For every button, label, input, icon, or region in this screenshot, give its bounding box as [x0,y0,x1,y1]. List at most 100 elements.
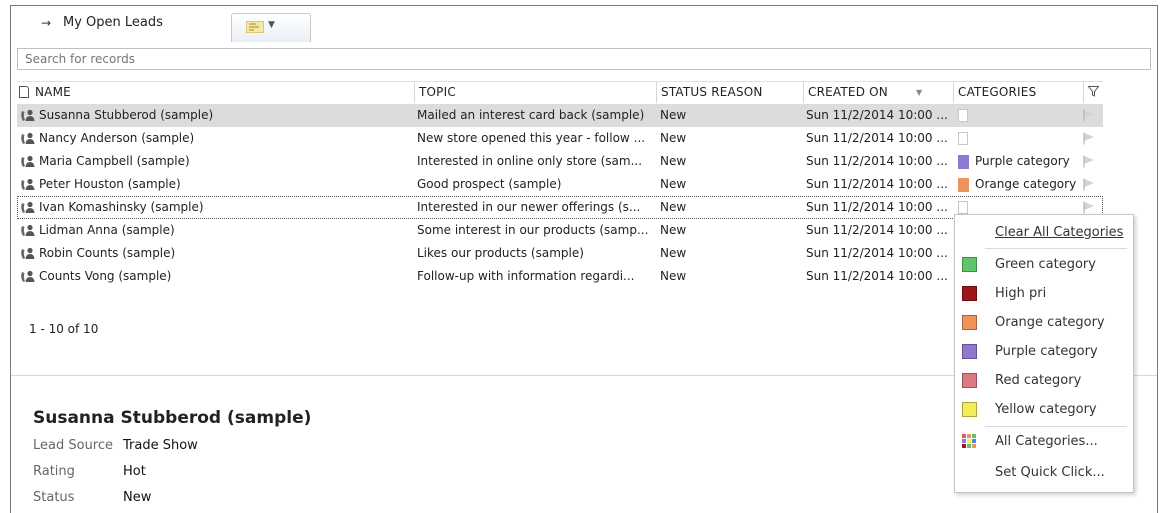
menu-item-label: All Categories... [995,434,1098,449]
lead-icon [21,247,35,259]
lead-icon [21,132,35,144]
cell-name: Counts Vong (sample) [39,269,172,283]
column-header-topic[interactable]: TOPIC [414,82,656,103]
menu-separator [985,248,1127,249]
cell-created-on: Sun 11/2/2014 10:00 ... [806,131,948,145]
menu-item-label: Green category [995,257,1096,272]
menu-item-category[interactable]: High pri [955,280,1133,307]
column-header-status-reason[interactable]: STATUS REASON [656,82,803,103]
flag-icon[interactable] [1083,155,1095,168]
menu-separator [985,426,1127,427]
all-categories-icon [962,434,976,448]
menu-item-clear-all-categories[interactable]: Clear All Categories [955,219,1133,246]
pager-text: 1 - 10 of 10 [29,322,99,336]
category-color-swatch [958,154,969,169]
menu-item-label: Set Quick Click... [995,465,1105,480]
cell-name: Lidman Anna (sample) [39,223,175,237]
cell-status-reason: New [660,108,687,122]
cell-status-reason: New [660,246,687,260]
grid-header: NAME TOPIC STATUS REASON CREATED ON ▼ CAT… [17,81,1103,105]
flag-icon[interactable] [1083,132,1095,145]
table-row[interactable]: Ivan Komashinsky (sample) Interested in o… [17,196,1103,219]
cell-name: Nancy Anderson (sample) [39,131,195,145]
cell-topic: Likes our products (sample) [417,246,584,260]
cell-categories[interactable] [958,104,1083,127]
category-empty-box[interactable] [958,109,968,122]
cell-categories[interactable]: Purple category [958,150,1083,173]
table-row[interactable]: Nancy Anderson (sample) New store opened … [17,127,1103,150]
table-row[interactable]: Lidman Anna (sample) Some interest in our… [17,219,1103,242]
cell-created-on: Sun 11/2/2014 10:00 ... [806,200,948,214]
cell-created-on: Sun 11/2/2014 10:00 ... [806,177,948,191]
table-row[interactable]: Counts Vong (sample) Follow-up with infor… [17,265,1103,288]
category-color-swatch [958,177,969,192]
menu-item-category[interactable]: Yellow category [955,396,1133,423]
table-row[interactable]: Robin Counts (sample) Likes our products … [17,242,1103,265]
menu-item-category[interactable]: Red category [955,367,1133,394]
column-header-name[interactable]: NAME [31,82,414,103]
cell-topic: Mailed an interest card back (sample) [417,108,645,122]
document-icon [19,86,29,98]
cell-created-on: Sun 11/2/2014 10:00 ... [806,246,948,260]
lead-icon [21,224,35,236]
menu-item-all-categories[interactable]: All Categories... [955,428,1133,455]
column-header-created-on[interactable]: CREATED ON ▼ [803,82,953,103]
detail-label: Rating [33,464,75,479]
search-input[interactable] [17,48,1151,70]
cell-name: Ivan Komashinsky (sample) [39,200,204,214]
cell-status-reason: New [660,154,687,168]
view-title[interactable]: My Open Leads [63,15,163,30]
category-color-swatch [962,373,977,388]
table-row[interactable]: Peter Houston (sample) Good prospect (sam… [17,173,1103,196]
cell-status-reason: New [660,269,687,283]
cell-status-reason: New [660,200,687,214]
detail-title: Susanna Stubberod (sample) [33,408,312,428]
lead-icon [21,201,35,213]
sort-descending-icon: ▼ [916,88,923,97]
column-header-categories[interactable]: CATEGORIES [953,82,1083,103]
detail-field: Status New [33,490,151,505]
column-header-created-on-label: CREATED ON [808,85,888,99]
category-color-swatch [962,344,977,359]
cell-created-on: Sun 11/2/2014 10:00 ... [806,269,948,283]
pin-icon[interactable]: → [41,16,51,30]
detail-label: Lead Source [33,438,114,453]
table-row[interactable]: Susanna Stubberod (sample) Mailed an inte… [17,104,1103,127]
category-color-swatch [962,286,977,301]
menu-item-category[interactable]: Purple category [955,338,1133,365]
cell-topic: Good prospect (sample) [417,177,562,191]
flag-icon[interactable] [1083,201,1095,214]
flag-icon[interactable] [1083,109,1095,122]
view-selector-tab[interactable]: ▼ [231,13,311,42]
chevron-down-icon: ▼ [268,20,275,30]
menu-item-category[interactable]: Green category [955,251,1133,278]
category-label: Purple category [975,154,1070,168]
category-empty-box[interactable] [958,201,968,214]
filter-icon [1087,86,1100,97]
category-empty-box[interactable] [958,132,968,145]
menu-item-label: Purple category [995,344,1098,359]
view-header: → My Open Leads ▼ [11,6,1157,42]
table-row[interactable]: Maria Campbell (sample) Interested in onl… [17,150,1103,173]
column-header-flag[interactable] [1083,82,1103,103]
lead-icon [21,178,35,190]
menu-item-set-quick-click[interactable]: Set Quick Click... [955,459,1133,486]
detail-field: Rating Hot [33,464,146,479]
menu-item-label: Yellow category [995,402,1097,417]
cell-created-on: Sun 11/2/2014 10:00 ... [806,108,948,122]
cell-status-reason: New [660,177,687,191]
cell-categories[interactable] [958,127,1083,150]
category-color-swatch [962,315,977,330]
menu-item-label: Clear All Categories [995,225,1124,240]
lead-icon [21,270,35,282]
cell-topic: New store opened this year - follow ... [417,131,646,145]
flag-icon[interactable] [1083,178,1095,191]
cell-categories[interactable]: Orange category [958,173,1083,196]
cell-topic: Interested in our newer offerings (s... [417,200,641,214]
menu-item-category[interactable]: Orange category [955,309,1133,336]
cell-status-reason: New [660,223,687,237]
cell-name: Peter Houston (sample) [39,177,181,191]
cell-status-reason: New [660,131,687,145]
detail-field: Lead Source Trade Show [33,438,198,453]
categorize-context-menu: Clear All Categories Green category High … [954,214,1134,493]
